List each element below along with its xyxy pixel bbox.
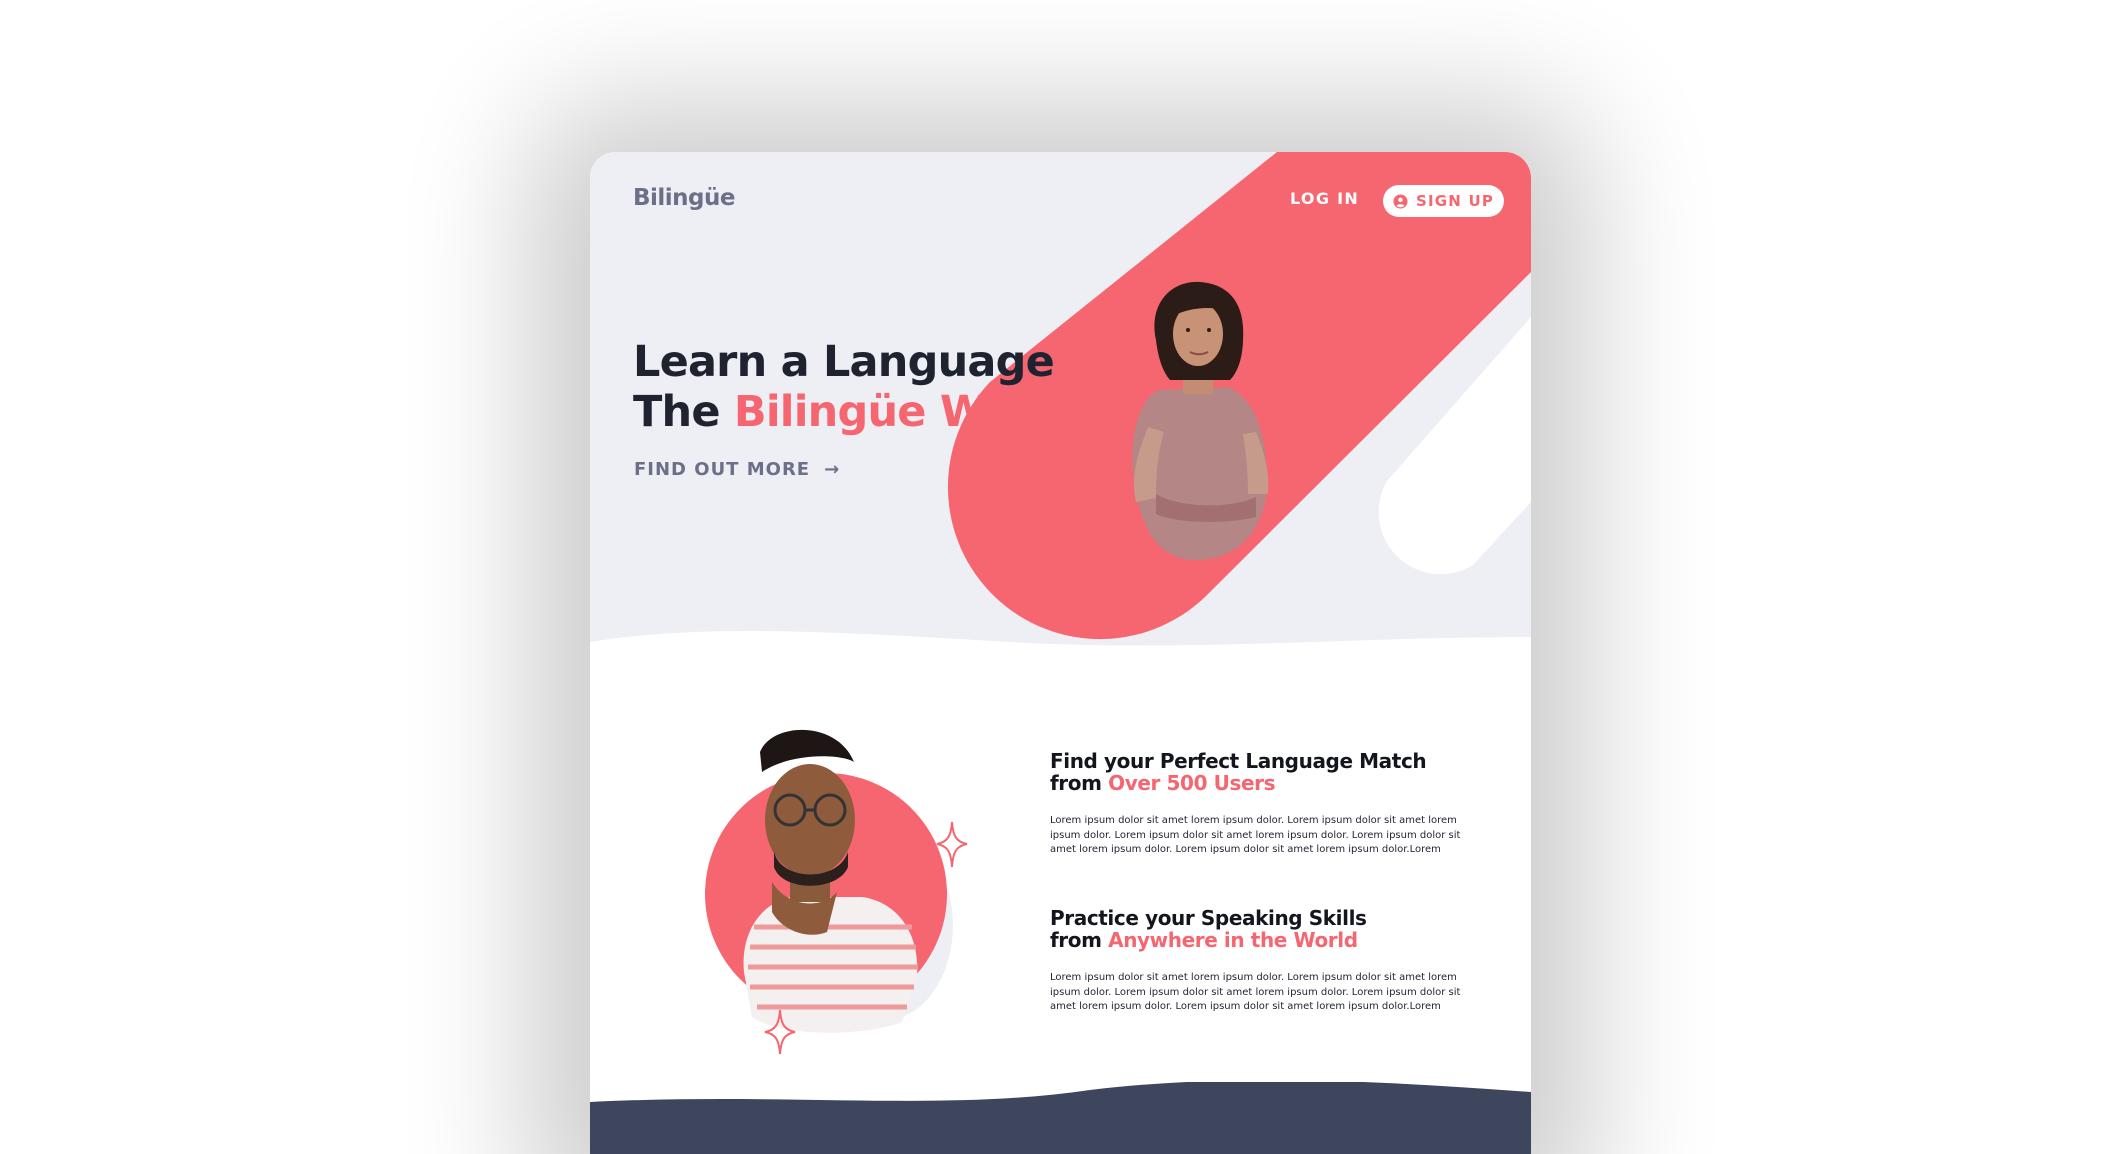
hero-title: Learn a Language The Bilingüe Way <box>633 337 1055 437</box>
signup-label: SIGN UP <box>1415 192 1495 210</box>
logo[interactable]: Bilingüe <box>633 185 736 211</box>
feature-title-accent: Over 500 Users <box>1108 771 1276 795</box>
feature-title-prefix: from <box>1050 771 1109 795</box>
feature-title-accent: Anywhere in the World <box>1108 928 1358 952</box>
arrow-right-icon: → <box>824 459 841 480</box>
feature-title-prefix: from <box>1050 928 1109 952</box>
feature-language-match: Find your Perfect Language Match from Ov… <box>1050 750 1470 858</box>
footer-wave <box>590 1082 1531 1154</box>
find-out-more-label: FIND OUT MORE <box>634 459 811 480</box>
user-icon <box>1393 193 1408 209</box>
hero-title-line1: Learn a Language <box>633 337 1055 387</box>
find-out-more-link[interactable]: FIND OUT MORE → <box>634 459 840 480</box>
feature-title-line1: Practice your Speaking Skills <box>1050 906 1367 930</box>
hero-title-accent: Bilingüe Way <box>733 387 1040 437</box>
man-portrait-art <box>705 729 968 1055</box>
signup-button[interactable]: SIGN UP <box>1383 185 1504 217</box>
feature-body: Lorem ipsum dolor sit amet lorem ipsum d… <box>1050 815 1461 855</box>
feature-title: Practice your Speaking Skills from Anywh… <box>1050 907 1470 951</box>
landing-page: Bilingüe LOG IN SIGN UP Learn a Language… <box>590 152 1531 1154</box>
woman-portrait <box>1132 281 1269 560</box>
feature-body: Lorem ipsum dolor sit amet lorem ipsum d… <box>1050 972 1461 1012</box>
hero-title-prefix: The <box>633 387 734 437</box>
feature-title: Find your Perfect Language Match from Ov… <box>1050 750 1470 794</box>
feature-title-line1: Find your Perfect Language Match <box>1050 749 1427 773</box>
feature-speaking-skills: Practice your Speaking Skills from Anywh… <box>1050 907 1470 1015</box>
login-link[interactable]: LOG IN <box>1290 189 1359 208</box>
